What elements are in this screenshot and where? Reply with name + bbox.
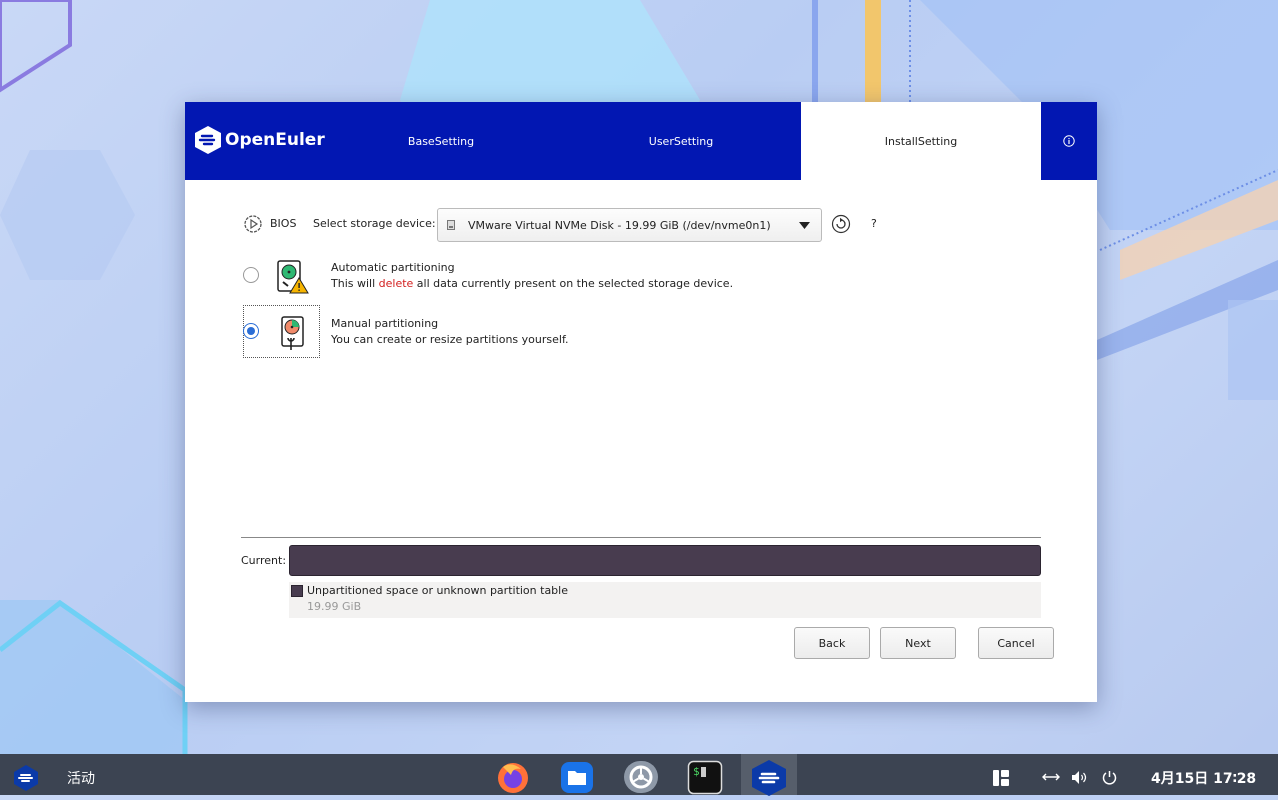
openeuler-logo-icon	[195, 126, 221, 154]
openeuler-menu-icon[interactable]	[12, 764, 40, 792]
brand-name: OpenEuler	[225, 130, 325, 150]
disk-tool-icon	[281, 316, 304, 350]
tab-usersetting[interactable]: UserSetting	[561, 102, 801, 180]
auto-partition-title: Automatic partitioning	[331, 261, 455, 274]
chevron-down-icon	[799, 222, 810, 229]
tab-installsetting[interactable]: InstallSetting	[801, 102, 1041, 180]
legend-size: 19.99 GiB	[307, 600, 362, 613]
storage-device-value: VMware Virtual NVMe Disk - 19.99 GiB (/d…	[468, 218, 771, 232]
next-button[interactable]: Next	[880, 627, 956, 659]
boot-mode-label: BIOS	[270, 217, 297, 230]
legend-swatch	[291, 585, 303, 597]
current-label: Current:	[241, 554, 287, 567]
header-bar: OpenEuler BaseSetting UserSetting Instal…	[185, 102, 1097, 180]
tab-basesetting[interactable]: BaseSetting	[321, 102, 561, 180]
disk-warning-icon	[277, 260, 309, 294]
manual-partition-desc: You can create or resize partitions your…	[331, 333, 569, 346]
taskbar: 活动 $ 4月15日 17∶28	[0, 754, 1278, 796]
info-icon	[1063, 135, 1075, 147]
activities-button[interactable]: 活动	[67, 768, 95, 788]
manual-partition-title: Manual partitioning	[331, 317, 439, 330]
auto-desc-text-end: all data currently present on the select…	[413, 277, 734, 290]
refresh-icon[interactable]	[831, 214, 851, 234]
disk-icon	[447, 220, 455, 230]
cancel-button[interactable]: Cancel	[978, 627, 1054, 659]
files-icon[interactable]	[559, 759, 595, 795]
svg-text:$: $	[693, 765, 700, 778]
auto-partition-desc: This will delete all data currently pres…	[331, 277, 733, 290]
back-button[interactable]: Back	[794, 627, 870, 659]
network-icon[interactable]	[1042, 771, 1060, 783]
legend-label: Unpartitioned space or unknown partition…	[307, 584, 568, 597]
settings-icon[interactable]	[623, 759, 659, 795]
help-button[interactable]: ?	[871, 217, 877, 230]
manual-partition-radio[interactable]	[243, 323, 259, 339]
storage-select-label: Select storage device:	[313, 217, 436, 230]
info-button[interactable]	[1041, 102, 1097, 180]
clock[interactable]: 4月15日 17∶28	[1151, 768, 1256, 788]
bios-boot-icon	[244, 215, 262, 233]
installer-window: OpenEuler BaseSetting UserSetting Instal…	[185, 102, 1097, 702]
partition-bar[interactable]	[289, 545, 1041, 576]
terminal-icon[interactable]: $	[687, 759, 723, 795]
auto-partition-radio[interactable]	[243, 267, 259, 283]
delete-warning-text: delete	[378, 277, 414, 290]
brand-logo: OpenEuler	[195, 126, 325, 154]
volume-icon[interactable]	[1072, 771, 1088, 784]
divider	[241, 537, 1041, 538]
firefox-icon[interactable]	[495, 759, 531, 795]
power-icon[interactable]	[1102, 770, 1117, 785]
auto-desc-text: This will	[331, 277, 379, 290]
layout-icon[interactable]	[993, 770, 1009, 786]
openeuler-installer-icon[interactable]	[750, 759, 786, 796]
partition-legend: Unpartitioned space or unknown partition…	[289, 582, 1041, 618]
storage-device-dropdown[interactable]: VMware Virtual NVMe Disk - 19.99 GiB (/d…	[437, 208, 822, 242]
